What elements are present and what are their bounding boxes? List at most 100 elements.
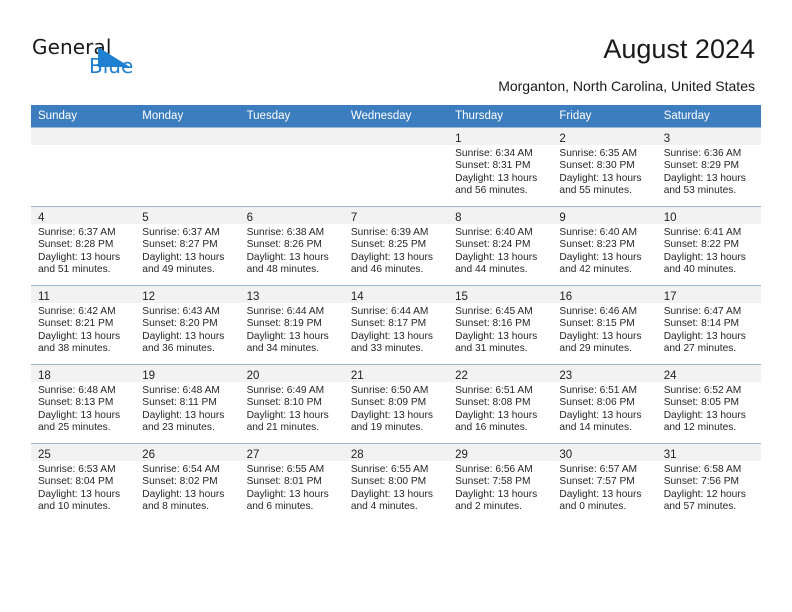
daylight-text-line2: and 16 minutes.: [455, 421, 528, 433]
sunset-text: Sunset: 8:01 PM: [246, 476, 322, 488]
calendar-day-cell[interactable]: 2 Sunrise: 6:35 AM Sunset: 8:30 PM Daylight…: [552, 127, 657, 207]
daylight-text-line2: and 14 minutes.: [559, 421, 632, 433]
calendar-day-cell[interactable]: 24 Sunrise: 6:52 AM Sunset: 8:05 PM Dayligh…: [656, 364, 761, 444]
sunrise-text: Sunrise: 6:54 AM: [142, 464, 220, 475]
day-cell-details: Sunrise: 6:40 AM Sunset: 8:23 PM Daylight:…: [552, 224, 656, 276]
day-number-strip: 2: [552, 128, 657, 145]
sunset-text: Sunset: 8:10 PM: [246, 397, 322, 409]
sunset-text: Sunset: 8:25 PM: [350, 239, 427, 251]
day-number: 14: [350, 291, 364, 303]
calendar-day-cell[interactable]: 14 Sunrise: 6:44 AM Sunset: 8:17 PM Dayligh…: [343, 285, 449, 365]
day-number-strip: 30: [552, 444, 657, 461]
sunset-text: Sunset: 8:20 PM: [142, 318, 218, 330]
day-cell-inner: [343, 128, 449, 206]
sunset-text: Sunset: 8:02 PM: [142, 476, 218, 488]
day-number-strip: 16: [552, 286, 657, 303]
sunrise-text: Sunrise: 6:45 AM: [455, 306, 533, 317]
day-number: 31: [663, 449, 677, 461]
day-cell-inner: 1 Sunrise: 6:34 AM Sunset: 8:31 PM Daylight…: [448, 128, 553, 206]
calendar-day-cell[interactable]: 4 Sunrise: 6:37 AM Sunset: 8:28 PM Daylight…: [31, 206, 136, 286]
calendar-day-cell[interactable]: 6 Sunrise: 6:38 AM Sunset: 8:26 PM Daylight…: [239, 206, 344, 286]
sunset-text: Sunset: 8:15 PM: [559, 318, 635, 330]
sunset-text: Sunset: 8:09 PM: [350, 397, 427, 409]
calendar-day-cell[interactable]: 12 Sunrise: 6:43 AM Sunset: 8:20 PM Dayligh…: [135, 285, 240, 365]
sunset-text: Sunset: 8:13 PM: [38, 397, 114, 409]
day-number: 26: [142, 449, 156, 461]
day-cell-details: Sunrise: 6:55 AM Sunset: 8:01 PM Daylight:…: [240, 461, 344, 513]
calendar-day-cell[interactable]: 31 Sunrise: 6:58 AM Sunset: 7:56 PM Dayligh…: [656, 443, 761, 522]
daylight-text-line1: Daylight: 13 hours: [142, 409, 225, 421]
calendar-week-row: 4 Sunrise: 6:37 AM Sunset: 8:28 PM Daylight…: [31, 206, 761, 286]
daylight-text-line1: Daylight: 13 hours: [663, 251, 746, 263]
calendar-day-cell[interactable]: 16 Sunrise: 6:46 AM Sunset: 8:15 PM Dayligh…: [552, 285, 657, 365]
day-cell-inner: 13 Sunrise: 6:44 AM Sunset: 8:19 PM Dayligh…: [239, 286, 344, 364]
calendar-day-cell[interactable]: 25 Sunrise: 6:53 AM Sunset: 8:04 PM Dayligh…: [31, 443, 136, 522]
calendar-day-cell[interactable]: 11 Sunrise: 6:42 AM Sunset: 8:21 PM Dayligh…: [31, 285, 136, 365]
daylight-text-line2: and 27 minutes.: [663, 342, 737, 354]
day-number-strip: 22: [448, 365, 553, 382]
calendar-day-cell[interactable]: 21 Sunrise: 6:50 AM Sunset: 8:09 PM Dayligh…: [343, 364, 449, 444]
calendar-day-cell[interactable]: 28 Sunrise: 6:55 AM Sunset: 8:00 PM Dayligh…: [343, 443, 449, 522]
day-cell-inner: 30 Sunrise: 6:57 AM Sunset: 7:57 PM Dayligh…: [552, 444, 657, 522]
day-cell-inner: 19 Sunrise: 6:48 AM Sunset: 8:11 PM Dayligh…: [135, 365, 240, 443]
logo-general-blue[interactable]: General Blue: [32, 36, 222, 82]
day-number: 27: [246, 449, 260, 461]
day-number-strip: [239, 128, 344, 145]
calendar-day-cell[interactable]: 9 Sunrise: 6:40 AM Sunset: 8:23 PM Daylight…: [552, 206, 657, 286]
calendar-header-row: Sunday Monday Tuesday Wednesday Thursday…: [31, 105, 761, 128]
sunrise-text: Sunrise: 6:47 AM: [663, 306, 742, 317]
calendar-day-cell[interactable]: 10 Sunrise: 6:41 AM Sunset: 8:22 PM Dayligh…: [656, 206, 761, 286]
daylight-text-line1: Daylight: 13 hours: [246, 330, 329, 342]
calendar-day-cell[interactable]: 27 Sunrise: 6:55 AM Sunset: 8:01 PM Dayligh…: [239, 443, 344, 522]
calendar-day-cell[interactable]: 5 Sunrise: 6:37 AM Sunset: 8:27 PM Daylight…: [135, 206, 240, 286]
day-cell-details: Sunrise: 6:50 AM Sunset: 8:09 PM Daylight:…: [344, 382, 448, 434]
calendar-day-cell[interactable]: 26 Sunrise: 6:54 AM Sunset: 8:02 PM Dayligh…: [135, 443, 240, 522]
daylight-text-line2: and 19 minutes.: [350, 421, 424, 433]
calendar-day-cell[interactable]: 22 Sunrise: 6:51 AM Sunset: 8:08 PM Dayligh…: [448, 364, 553, 444]
daylight-text-line1: Daylight: 13 hours: [663, 330, 746, 342]
calendar-day-cell[interactable]: 15 Sunrise: 6:45 AM Sunset: 8:16 PM Dayligh…: [448, 285, 553, 365]
calendar-day-cell[interactable]: 7 Sunrise: 6:39 AM Sunset: 8:25 PM Daylight…: [343, 206, 449, 286]
day-cell-details: Sunrise: 6:55 AM Sunset: 8:00 PM Daylight:…: [344, 461, 448, 513]
calendar-day-cell[interactable]: 17 Sunrise: 6:47 AM Sunset: 8:14 PM Dayligh…: [656, 285, 761, 365]
weekday-header-thursday: Thursday: [448, 105, 553, 128]
day-cell-details: Sunrise: 6:52 AM Sunset: 8:05 PM Daylight:…: [657, 382, 761, 434]
calendar-day-cell[interactable]: 20 Sunrise: 6:49 AM Sunset: 8:10 PM Dayligh…: [239, 364, 344, 444]
sunrise-text: Sunrise: 6:48 AM: [142, 385, 220, 396]
daylight-text-line1: Daylight: 13 hours: [38, 488, 121, 500]
calendar-day-cell[interactable]: 13 Sunrise: 6:44 AM Sunset: 8:19 PM Dayligh…: [239, 285, 344, 365]
sunset-text: Sunset: 7:56 PM: [663, 476, 740, 488]
day-cell-details: Sunrise: 6:46 AM Sunset: 8:15 PM Daylight:…: [552, 303, 656, 355]
sunrise-text: Sunrise: 6:46 AM: [559, 306, 637, 317]
daylight-text-line1: Daylight: 13 hours: [559, 409, 642, 421]
day-cell-inner: 11 Sunrise: 6:42 AM Sunset: 8:21 PM Dayligh…: [31, 286, 136, 364]
day-number-strip: [31, 128, 136, 145]
daylight-text-line2: and 23 minutes.: [142, 421, 215, 433]
calendar-day-cell[interactable]: 30 Sunrise: 6:57 AM Sunset: 7:57 PM Dayligh…: [552, 443, 657, 522]
calendar-day-cell[interactable]: 29 Sunrise: 6:56 AM Sunset: 7:58 PM Dayligh…: [448, 443, 553, 522]
daylight-text-line2: and 2 minutes.: [455, 500, 522, 512]
day-cell-details: Sunrise: 6:36 AM Sunset: 8:29 PM Daylight:…: [657, 145, 761, 197]
day-cell-details: Sunrise: 6:35 AM Sunset: 8:30 PM Daylight:…: [552, 145, 656, 197]
day-cell-inner: 10 Sunrise: 6:41 AM Sunset: 8:22 PM Dayligh…: [656, 207, 761, 285]
daylight-text-line2: and 31 minutes.: [455, 342, 528, 354]
sunset-text: Sunset: 7:58 PM: [455, 476, 531, 488]
calendar-week-row: 1 Sunrise: 6:34 AM Sunset: 8:31 PM Daylight…: [31, 127, 761, 207]
daylight-text-line1: Daylight: 13 hours: [455, 409, 538, 421]
calendar-day-cell[interactable]: 19 Sunrise: 6:48 AM Sunset: 8:11 PM Dayligh…: [135, 364, 240, 444]
sunset-text: Sunset: 8:29 PM: [663, 160, 740, 172]
daylight-text-line2: and 10 minutes.: [38, 500, 111, 512]
calendar-day-cell[interactable]: 23 Sunrise: 6:51 AM Sunset: 8:06 PM Dayligh…: [552, 364, 657, 444]
day-cell-details: Sunrise: 6:51 AM Sunset: 8:08 PM Daylight:…: [448, 382, 552, 434]
calendar-day-cell[interactable]: 1 Sunrise: 6:34 AM Sunset: 8:31 PM Daylight…: [448, 127, 553, 207]
calendar-day-cell[interactable]: 8 Sunrise: 6:40 AM Sunset: 8:24 PM Daylight…: [448, 206, 553, 286]
sunset-text: Sunset: 8:04 PM: [38, 476, 114, 488]
calendar-day-cell[interactable]: 18 Sunrise: 6:48 AM Sunset: 8:13 PM Dayligh…: [31, 364, 136, 444]
day-number-strip: 12: [135, 286, 240, 303]
calendar-day-cell[interactable]: 3 Sunrise: 6:36 AM Sunset: 8:29 PM Daylight…: [656, 127, 761, 207]
day-cell-inner: 15 Sunrise: 6:45 AM Sunset: 8:16 PM Dayligh…: [448, 286, 553, 364]
day-cell-inner: 31 Sunrise: 6:58 AM Sunset: 7:56 PM Dayligh…: [656, 444, 761, 522]
day-number-strip: 3: [656, 128, 761, 145]
daylight-text-line1: Daylight: 13 hours: [455, 488, 538, 500]
day-number-strip: 15: [448, 286, 553, 303]
